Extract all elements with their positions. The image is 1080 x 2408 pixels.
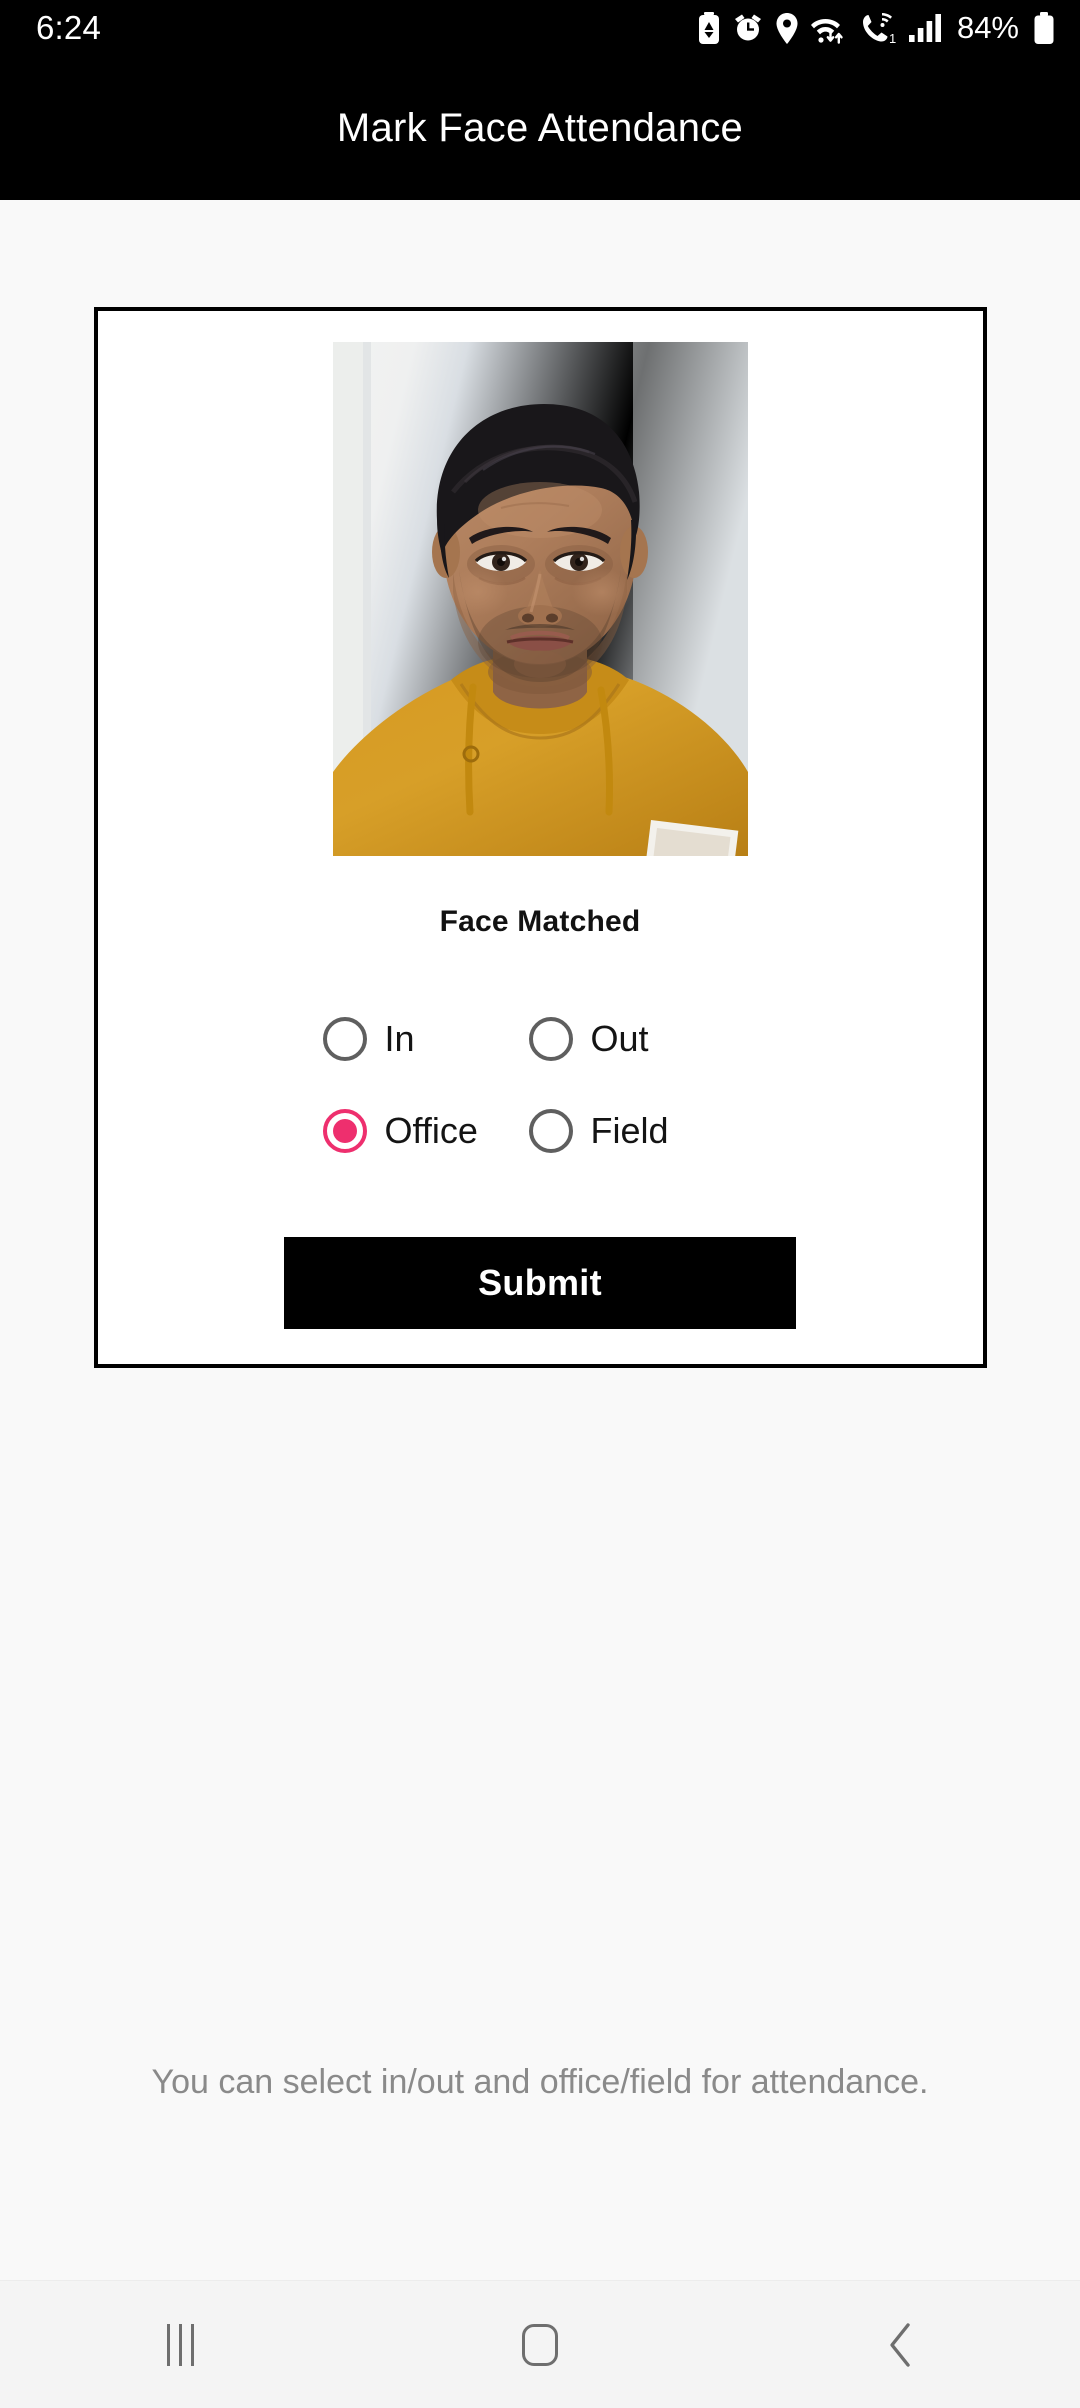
radio-label-field: Field (590, 1110, 669, 1151)
status-bar-icons: 1 84% (698, 10, 1054, 46)
location-type-row: Office Field (98, 1109, 983, 1153)
recents-icon (166, 2323, 194, 2366)
radio-option-out[interactable]: Out (528, 1017, 649, 1061)
attendance-options: In Out Office Field (98, 1017, 983, 1153)
status-bar: 6:24 1 84% (0, 0, 1080, 56)
svg-text:1: 1 (889, 31, 896, 44)
wifi-calling-icon: 1 (862, 12, 896, 44)
cellular-signal-icon (908, 14, 941, 42)
battery-saver-icon (698, 12, 719, 44)
face-match-status: Face Matched (439, 905, 641, 938)
app-bar: Mark Face Attendance (0, 56, 1080, 200)
wifi-data-transfer-icon (810, 19, 843, 44)
radio-circle-out[interactable] (528, 1017, 573, 1061)
main-content: Face Matched In Out Office Field Submit … (0, 200, 1080, 2280)
radio-label-out: Out (590, 1018, 649, 1059)
system-navigation-bar (0, 2280, 1080, 2408)
app-screen: 6:24 1 84% Mark Face Attendance Face Mat… (0, 0, 1080, 2408)
radio-dot-office (332, 1119, 357, 1143)
status-bar-clock: 6:24 (36, 9, 102, 46)
back-nav-button[interactable] (810, 2281, 990, 2408)
battery-percentage: 84% (956, 10, 1019, 45)
home-icon (522, 2323, 558, 2366)
radio-option-field[interactable]: Field (528, 1109, 669, 1153)
radio-circle-office[interactable] (322, 1109, 367, 1153)
radio-option-in[interactable]: In (322, 1017, 529, 1061)
page-title: Mark Face Attendance (336, 105, 744, 150)
radio-label-in: In (384, 1018, 415, 1059)
radio-circle-field[interactable] (528, 1109, 573, 1153)
location-icon (776, 12, 798, 44)
attendance-type-row: In Out (98, 1017, 983, 1061)
attendance-card: Face Matched In Out Office Field Submit (93, 307, 987, 1368)
captured-face-photo (332, 342, 748, 856)
recents-nav-button[interactable] (90, 2281, 270, 2408)
home-nav-button[interactable] (450, 2281, 630, 2408)
radio-label-office: Office (384, 1110, 478, 1151)
radio-option-office[interactable]: Office (322, 1109, 529, 1153)
hint-text: You can select in/out and office/field f… (151, 2063, 929, 2101)
back-chevron-icon (890, 2322, 910, 2367)
submit-button[interactable]: Submit (284, 1237, 796, 1329)
alarm-icon (734, 14, 761, 41)
battery-icon (1034, 12, 1054, 44)
radio-circle-in[interactable] (322, 1017, 367, 1061)
face-photo-graphic (332, 342, 748, 856)
